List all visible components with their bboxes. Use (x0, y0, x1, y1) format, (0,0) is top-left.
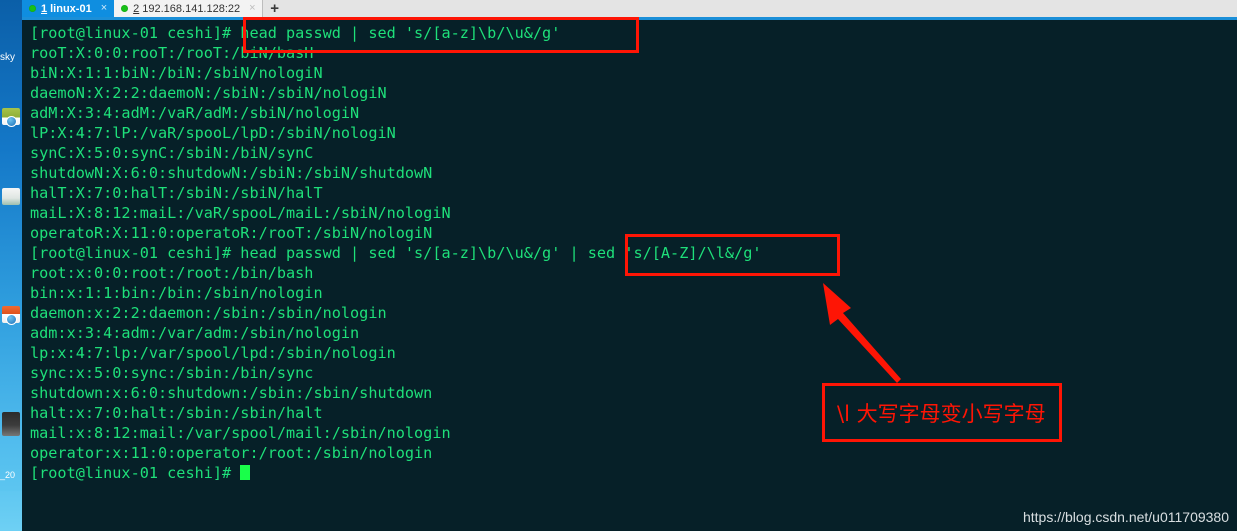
desktop-icon-installer-shortcut[interactable] (2, 306, 22, 325)
connection-status-dot-icon-2 (121, 5, 129, 12)
terminal-line: rooT:X:0:0:rooT:/rooT:/biN/basH (30, 44, 314, 62)
tab-192-168-141-128[interactable]: 2 192.168.141.128:22 × (114, 0, 263, 17)
terminal-line: [root@linux-01 ceshi]# head passwd | sed… (30, 24, 561, 42)
terminal-line: daemon:x:2:2:daemon:/sbin:/sbin/nologin (30, 304, 387, 322)
terminal-line: operator:x:11:0:operator:/root:/sbin/nol… (30, 444, 433, 462)
terminal-line: operatoR:X:11:0:operatoR:/rooT:/sbiN/nol… (30, 224, 433, 242)
windows-desktop-background: sky _20 (0, 0, 22, 531)
shell-prompt: [root@linux-01 ceshi]# (30, 464, 241, 482)
new-tab-button[interactable]: + (262, 0, 287, 17)
terminal-line: root:x:0:0:root:/root:/bin/bash (30, 264, 314, 282)
desktop-icon-caption-partial: _20 (0, 470, 16, 480)
desktop-icon-folder-shortcut[interactable] (2, 188, 22, 205)
annotation-note-text: \l 大写字母变小写字母 (837, 401, 1046, 426)
tab-bar: 1 linux-01 × 2 192.168.141.128:22 × + (22, 0, 1237, 17)
tab-bar-filler (286, 0, 1237, 17)
desktop-label: sky (0, 52, 15, 63)
desktop-icon-notepad-shortcut[interactable] (2, 108, 22, 127)
folder-shortcut-icon (2, 188, 20, 205)
terminal-line: [root@linux-01 ceshi]# head passwd | sed… (30, 244, 762, 262)
annotation-note-lowercase: \l 大写字母变小写字母 (822, 383, 1062, 442)
terminal-line: sync:x:5:0:sync:/sbin:/bin/sync (30, 364, 314, 382)
tab-index-2: 2 (133, 2, 140, 15)
terminal-line: shutdowN:X:6:0:shutdowN:/sbiN:/sbiN/shut… (30, 164, 433, 182)
terminal-line: daemoN:X:2:2:daemoN:/sbiN:/sbiN/nologiN (30, 84, 387, 102)
tab-linux-01[interactable]: 1 linux-01 × (22, 0, 115, 17)
desktop-icon-video-thumbnail[interactable] (2, 412, 22, 436)
terminal-line: adM:X:3:4:adM:/vaR/adM:/sbiN/nologiN (30, 104, 360, 122)
video-thumbnail-icon (2, 412, 20, 436)
terminal-line: halT:X:7:0:halT:/sbiN:/sbiN/halT (30, 184, 323, 202)
terminal-line: adm:x:3:4:adm:/var/adm:/sbin/nologin (30, 324, 360, 342)
terminal-line: lp:x:4:7:lp:/var/spool/lpd:/sbin/nologin (30, 344, 396, 362)
connection-status-dot-icon (29, 5, 36, 12)
shortcut-badge-icon-2 (6, 314, 17, 325)
terminal-line: maiL:X:8:12:maiL:/vaR/spooL/maiL:/sbiN/n… (30, 204, 451, 222)
close-icon-2[interactable]: × (249, 3, 255, 14)
terminal-prompt-line: [root@linux-01 ceshi]# (30, 463, 1237, 483)
terminal-line: lP:X:4:7:lP:/vaR/spooL/lpD:/sbiN/nologiN (30, 124, 396, 142)
watermark-url: https://blog.csdn.net/u011709380 (1022, 509, 1229, 525)
screenshot-root: sky _20 1 linux-01 × 2 192.168.141.128:2… (0, 0, 1237, 531)
close-icon[interactable]: × (101, 3, 107, 14)
terminal-screen[interactable]: [root@linux-01 ceshi]# head passwd | sed… (22, 20, 1237, 531)
terminal-line: biN:X:1:1:biN:/biN:/sbiN/nologiN (30, 64, 323, 82)
tab-index-1: 1 (41, 2, 48, 15)
terminal-window: 1 linux-01 × 2 192.168.141.128:22 × + [r… (22, 0, 1237, 531)
shortcut-badge-icon (6, 116, 17, 127)
terminal-cursor (240, 465, 251, 480)
tab-label-1: linux-01 (50, 2, 92, 15)
desktop-bottom-fill (0, 491, 22, 531)
terminal-line: bin:x:1:1:bin:/bin:/sbin/nologin (30, 284, 323, 302)
terminal-line: synC:X:5:0:synC:/sbiN:/biN/synC (30, 144, 314, 162)
tab-label-2: 192.168.141.128:22 (142, 2, 241, 15)
